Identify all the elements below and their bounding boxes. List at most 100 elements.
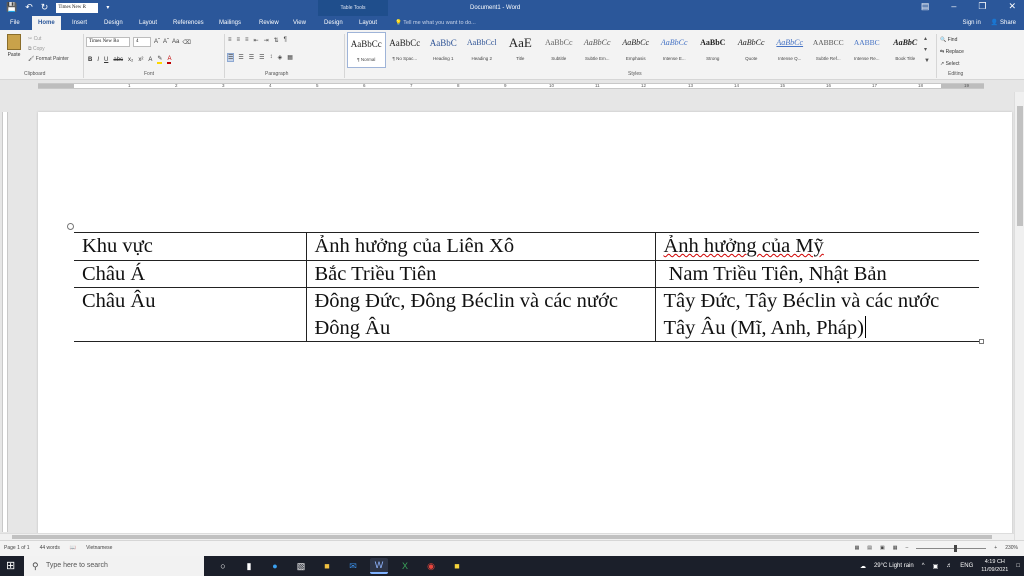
style-intense-reference[interactable]: AABBC Intense Re... [848, 32, 887, 68]
table-resize-handle-icon[interactable] [979, 339, 984, 344]
horizontal-ruler[interactable]: 1 2 3 4 5 6 7 8 9 10 11 12 13 14 15 16 1… [0, 81, 1024, 91]
shading-icon[interactable]: ◈ [278, 54, 283, 61]
chrome-icon[interactable]: ◉ [422, 558, 440, 574]
read-mode-icon[interactable]: ▤ [867, 541, 872, 556]
show-marks-icon[interactable]: ¶ [284, 37, 287, 44]
superscript-icon[interactable]: x² [138, 57, 143, 63]
bold-icon[interactable]: B [88, 57, 92, 63]
ribbon-display-icon[interactable]: ▤ [921, 1, 930, 12]
network-icon[interactable]: ▣ [933, 563, 939, 570]
tab-file[interactable]: File [4, 16, 26, 30]
tell-me-search[interactable]: 💡 Tell me what you want to do... [395, 16, 476, 30]
numbering-icon[interactable]: ≡ [237, 37, 241, 44]
horizontal-scrollbar[interactable] [0, 533, 1014, 540]
underline-icon[interactable]: U [104, 57, 108, 63]
table-cell[interactable]: Ảnh hưởng của Mỹ [654, 232, 979, 261]
style-book-title[interactable]: AaBbC Book Title [886, 32, 925, 68]
share-button[interactable]: 👤 Share [991, 16, 1016, 30]
language-indicator[interactable]: Vietnamese [86, 541, 112, 556]
font-name-select[interactable]: Times New Ro [86, 37, 130, 47]
minimize-icon[interactable]: – [951, 1, 956, 12]
table-cell[interactable]: Đông Đức, Đông Béclin và các nước Đông Â… [305, 287, 656, 342]
volume-icon[interactable]: ♬ [946, 563, 952, 569]
style-heading-1[interactable]: AaBbC Heading 1 [424, 32, 463, 68]
cut-button[interactable]: ✂ Cut [28, 34, 69, 44]
chevron-up-icon[interactable]: ▴ [924, 34, 930, 45]
more-styles-icon[interactable]: ▼ [924, 56, 930, 67]
tab-insert[interactable]: Insert [66, 16, 93, 30]
find-button[interactable]: 🔍 Find [940, 34, 964, 46]
table-cell[interactable]: Nam Triều Tiên, Nhật Bản [654, 259, 979, 288]
zoom-slider[interactable] [916, 545, 987, 552]
multilevel-list-icon[interactable]: ≡ [245, 37, 249, 44]
zoom-out-icon[interactable]: – [906, 541, 909, 556]
mail-icon[interactable]: ✉ [344, 558, 362, 574]
tab-view[interactable]: View [287, 16, 312, 30]
align-right-icon[interactable]: ☰ [249, 54, 254, 61]
sticky-notes-icon[interactable]: ■ [448, 558, 466, 574]
table-cell[interactable]: Châu Á [74, 259, 307, 288]
close-icon[interactable]: ✕ [1008, 1, 1016, 12]
shrink-font-icon[interactable]: Aˇ [163, 39, 169, 45]
change-case-icon[interactable]: Aa [172, 39, 179, 45]
sort-icon[interactable]: ⇅ [274, 37, 279, 44]
style-no-spacing[interactable]: AaBbCc ¶ No Spac... [386, 32, 425, 68]
tab-layout[interactable]: Layout [133, 16, 163, 30]
scroll-thumb[interactable] [1017, 106, 1023, 226]
tab-mailings[interactable]: Mailings [213, 16, 247, 30]
style-strong[interactable]: AaBbC Strong [694, 32, 733, 68]
subscript-icon[interactable]: x₂ [128, 57, 133, 63]
table-cell[interactable]: Ảnh hưởng của Liên Xô [305, 232, 656, 261]
maximize-icon[interactable]: ❐ [978, 1, 986, 12]
justify-icon[interactable]: ☰ [259, 54, 264, 61]
paste-button[interactable]: Paste [4, 34, 24, 66]
weather-text[interactable]: 29°C Light rain [874, 563, 914, 569]
word-app-icon[interactable]: W [370, 558, 388, 574]
bullets-icon[interactable]: ≡ [228, 37, 232, 44]
file-explorer-icon[interactable]: ■ [318, 558, 336, 574]
borders-icon[interactable]: ▦ [287, 54, 293, 61]
tab-references[interactable]: References [167, 16, 210, 30]
style-heading-2[interactable]: AaBbCcl Heading 2 [463, 32, 502, 68]
zoom-level[interactable]: 230% [1005, 541, 1018, 556]
word-count[interactable]: 44 words [40, 541, 60, 556]
weather-icon[interactable]: ☁ [860, 563, 866, 570]
signin-link[interactable]: Sign in [962, 16, 980, 30]
increase-indent-icon[interactable]: ⇥ [264, 37, 269, 44]
chevron-down-icon[interactable]: ▾ [924, 45, 930, 56]
tab-home[interactable]: Home [32, 16, 61, 30]
qat-dropdown-icon[interactable]: ▾ [106, 4, 109, 11]
qat-font-box[interactable]: Times New R [56, 2, 99, 13]
copy-button[interactable]: ⧉ Copy [28, 44, 69, 54]
taskbar-search[interactable]: ⚲ Type here to search [24, 556, 204, 576]
vertical-ruler[interactable] [2, 112, 8, 532]
style-subtle-reference[interactable]: AABBCC Subtle Ref... [809, 32, 848, 68]
zoom-in-icon[interactable]: + [994, 541, 997, 556]
task-view-icon[interactable]: ▮ [240, 558, 258, 574]
web-layout-icon[interactable]: ▦ [893, 541, 898, 556]
tab-table-design[interactable]: Design [318, 16, 349, 30]
tab-design[interactable]: Design [98, 16, 129, 30]
style-normal[interactable]: AaBbCc ¶ Normal [347, 32, 386, 68]
cortana-icon[interactable]: ○ [214, 558, 232, 574]
print-layout-icon[interactable]: ▣ [880, 541, 885, 556]
windows-start-icon[interactable]: ⊞ [6, 560, 15, 572]
tray-chevron-icon[interactable]: ^ [922, 563, 925, 569]
scroll-thumb[interactable] [12, 535, 992, 539]
select-button[interactable]: ↗ Select [940, 58, 964, 70]
tab-table-layout[interactable]: Layout [353, 16, 383, 30]
line-spacing-icon[interactable]: ↕ [270, 54, 273, 61]
style-subtle-emphasis[interactable]: AaBbCc Subtle Em... [578, 32, 617, 68]
store-icon[interactable]: ▧ [292, 558, 310, 574]
style-intense-quote[interactable]: AaBbCc Intense Q... [771, 32, 810, 68]
save-icon[interactable]: 💾 [6, 2, 17, 13]
replace-button[interactable]: ⇆ Replace [940, 46, 964, 58]
style-emphasis[interactable]: AaBbCc Emphasis [617, 32, 656, 68]
table-cell[interactable]: Bắc Triều Tiên [305, 259, 656, 288]
vertical-scrollbar[interactable] [1014, 92, 1024, 540]
tab-review[interactable]: Review [253, 16, 285, 30]
edge-icon[interactable]: ● [266, 558, 284, 574]
focus-mode-icon[interactable]: ▦ [855, 541, 860, 556]
style-quote[interactable]: AaBbCc Quote [732, 32, 771, 68]
proofing-icon[interactable]: 📖 [70, 541, 76, 556]
